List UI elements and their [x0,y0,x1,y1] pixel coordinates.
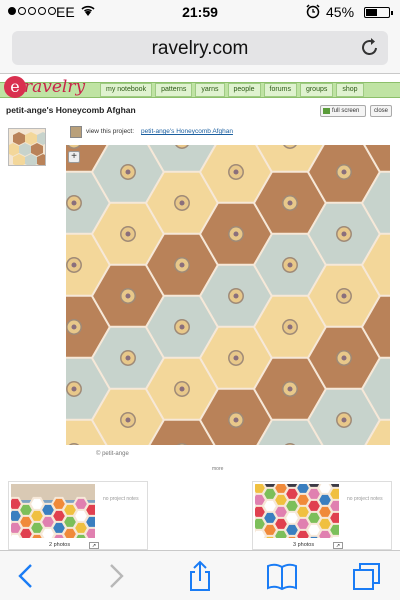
photo-credit: © petit-ange [96,451,129,457]
battery-icon [364,7,393,18]
nav-tab-my-notebook[interactable]: my notebook [100,83,153,97]
main-project-photo[interactable] [66,145,390,445]
more-link[interactable]: more [212,466,223,472]
logo-mark-icon: e [4,76,26,98]
card-photo-count: 3 photos [293,542,315,548]
nav-tabs: my notebook patterns yarns people forums grou… [100,83,364,97]
alarm-icon [305,3,321,22]
share-icon[interactable] [183,559,217,593]
browser-address-area: ravelry.com [0,24,400,74]
url-text[interactable]: ravelry.com [12,38,388,60]
web-page: my notebook patterns yarns people forums grou… [0,75,400,550]
tabs-icon[interactable] [350,559,384,593]
project-title: petit-ange's Honeycomb Afghan [6,105,136,115]
related-projects: no project notes 2 photos ↗ no project n… [0,481,400,550]
nav-tab-people[interactable]: people [227,83,261,97]
status-bar: EE 21:59 45% [0,0,400,24]
full-screen-icon [323,108,330,114]
honeycomb-afghan-image [66,145,390,445]
card-photo [11,484,95,538]
full-screen-button[interactable]: full screen [320,105,366,117]
card-expand-icon[interactable]: ↗ [333,542,343,549]
zoom-in-button[interactable]: + [68,151,80,163]
nav-tab-groups[interactable]: groups [299,83,334,97]
ravelry-logo[interactable]: e ravelry [4,76,100,98]
avatar[interactable] [70,126,82,138]
card-photo [255,484,339,538]
card-note: no project notes [103,496,139,502]
logo-text: ravelry [24,77,86,97]
nav-tab-shop[interactable]: shop [336,83,364,97]
card-photo-count: 2 photos [49,542,71,548]
full-screen-label: full screen [332,108,360,114]
project-card[interactable]: no project notes 2 photos ↗ [8,481,148,550]
card-note: no project notes [347,496,383,502]
back-icon[interactable] [10,559,44,593]
browser-toolbar [0,550,400,600]
view-project-link[interactable]: petit-ange's Honeycomb Afghan [141,128,233,135]
close-button[interactable]: close [370,105,392,117]
nav-tab-forums[interactable]: forums [263,83,297,97]
photo-thumbnail[interactable] [8,128,46,166]
nav-tab-yarns[interactable]: yarns [195,83,225,97]
battery-percent: 45% [326,4,355,20]
card-expand-icon[interactable]: ↗ [89,542,99,549]
reload-icon[interactable] [360,36,380,64]
forward-icon[interactable] [98,559,132,593]
nav-tab-patterns[interactable]: patterns [155,83,193,97]
view-project-label: view this project: [86,128,135,135]
project-card[interactable]: no project notes 3 photos ↗ [252,481,392,550]
address-bar[interactable]: ravelry.com [12,31,388,65]
bookmarks-icon[interactable] [265,559,299,593]
